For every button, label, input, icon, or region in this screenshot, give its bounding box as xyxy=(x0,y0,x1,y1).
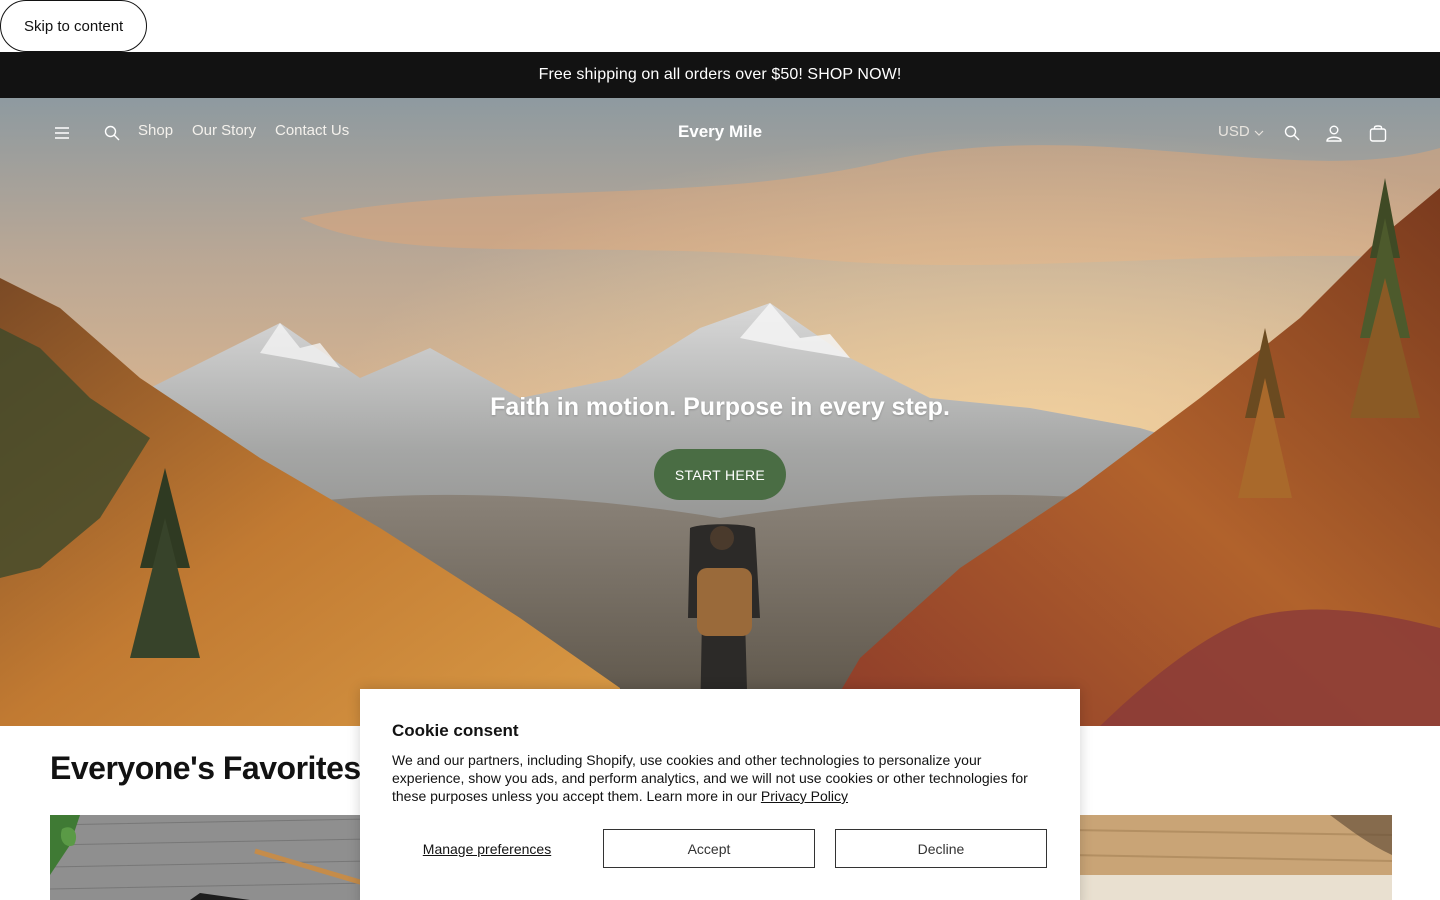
nav-link-shop[interactable]: Shop xyxy=(138,122,173,139)
brand-logo[interactable]: Every Mile xyxy=(620,122,820,142)
product-image xyxy=(1070,815,1392,900)
cookie-consent-banner: Cookie consent We and our partners, incl… xyxy=(360,689,1080,900)
privacy-policy-link[interactable]: Privacy Policy xyxy=(761,788,848,804)
section-title-favorites: Everyone's Favorites xyxy=(50,750,361,786)
decline-button[interactable]: Decline xyxy=(835,829,1047,868)
product-card-image[interactable] xyxy=(50,815,370,900)
product-card-image[interactable] xyxy=(1070,815,1392,900)
nav-link-contact-us[interactable]: Contact Us xyxy=(275,122,349,139)
announcement-bar[interactable]: Free shipping on all orders over $50! SH… xyxy=(0,52,1440,98)
manage-preferences-button[interactable]: Manage preferences xyxy=(392,829,582,868)
accept-button[interactable]: Accept xyxy=(603,829,815,868)
currency-label: USD xyxy=(1218,123,1250,140)
announcement-text: Free shipping on all orders over $50! SH… xyxy=(538,66,902,83)
account-icon[interactable] xyxy=(1322,121,1346,145)
cart-icon[interactable] xyxy=(1366,121,1390,145)
cookie-actions: Manage preferences Accept Decline xyxy=(392,829,1048,868)
search-icon[interactable] xyxy=(100,121,124,145)
menu-icon[interactable] xyxy=(50,121,74,145)
product-image xyxy=(50,815,370,900)
start-here-button[interactable]: START HERE xyxy=(654,449,786,500)
search-icon[interactable] xyxy=(1280,121,1304,145)
currency-selector[interactable]: USD xyxy=(1218,123,1264,140)
site-header: Shop Our Story Contact Us Every Mile USD xyxy=(0,98,1440,168)
skip-to-content-link[interactable]: Skip to content xyxy=(0,0,148,52)
chevron-down-icon xyxy=(1254,123,1264,140)
nav-link-our-story[interactable]: Our Story xyxy=(192,122,256,139)
cookie-title: Cookie consent xyxy=(392,721,519,740)
hero-title: Faith in motion. Purpose in every step. xyxy=(490,393,950,421)
cookie-text: We and our partners, including Shopify, … xyxy=(392,752,1028,804)
